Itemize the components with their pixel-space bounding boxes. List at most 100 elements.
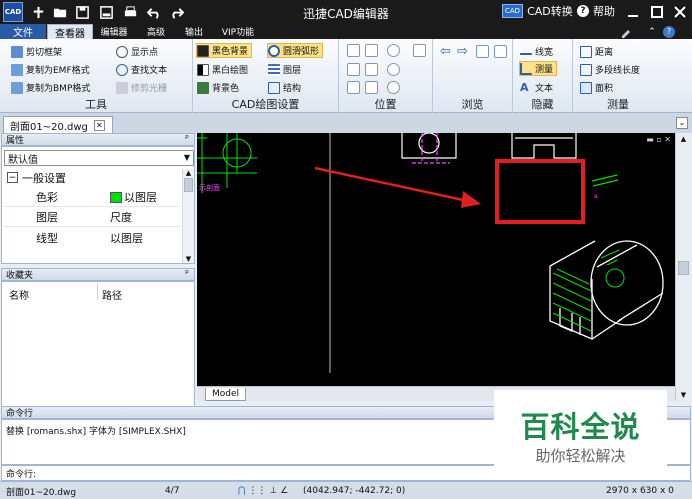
- cad-convert-button[interactable]: CAD CAD转换: [502, 3, 573, 19]
- model-tab[interactable]: Model: [205, 388, 247, 401]
- print-icon[interactable]: [121, 3, 139, 21]
- bw-drawing-button[interactable]: 黑白绘图: [197, 62, 248, 77]
- save-as-icon[interactable]: [97, 3, 115, 21]
- layers-button[interactable]: 图层: [268, 62, 301, 77]
- measure-toggle-button[interactable]: 测量: [519, 61, 558, 76]
- zoom-in-icon[interactable]: [387, 44, 400, 57]
- tab-editor[interactable]: 编辑器: [95, 24, 133, 39]
- tab-output[interactable]: 输出: [178, 24, 210, 39]
- viewport-controls[interactable]: ▬ ▫ ✕: [646, 135, 671, 144]
- pin-icon[interactable]: ᵖ: [185, 269, 189, 279]
- smooth-arc-button[interactable]: 圆滑弧形: [267, 43, 324, 58]
- page-icon[interactable]: [476, 45, 489, 58]
- properties-scrollbar[interactable]: ▲ ▼: [182, 169, 194, 263]
- text-a-icon: A: [520, 80, 529, 94]
- status-snap-toggles[interactable]: ⋂ ⋮⋮ ⊥ ∠: [238, 484, 288, 498]
- maximize-button[interactable]: [646, 2, 668, 22]
- trim-raster-button[interactable]: 修剪光栅: [116, 80, 167, 95]
- ortho-icon[interactable]: ⊥: [269, 486, 277, 496]
- area-button[interactable]: 面积: [580, 80, 613, 95]
- nav-back-icon[interactable]: ⇦: [440, 44, 451, 59]
- ribbon-group-draw-settings: 黑色背景 黑白绘图 背景色 圆滑弧形 图层 结构 CAD绘图设置: [193, 39, 339, 113]
- copy-bmp-button[interactable]: 复制为BMP格式: [11, 80, 90, 95]
- properties-select[interactable]: 默认值 ▼: [4, 150, 194, 166]
- text-toggle-button[interactable]: A 文本: [520, 80, 553, 95]
- help-circle-icon[interactable]: ?: [662, 24, 676, 39]
- page-list-icon[interactable]: [494, 45, 507, 58]
- mirror-icon[interactable]: [347, 63, 360, 76]
- tab-file[interactable]: 文件: [0, 24, 46, 39]
- status-coordinates: (4042.947; -442.72; 0): [303, 486, 406, 496]
- tab-vip[interactable]: VIP功能: [216, 24, 260, 39]
- zoom-window-icon[interactable]: [365, 44, 378, 57]
- document-tab-bar: 剖面01~20.dwg ✕ ⌄: [0, 113, 692, 133]
- ribbon-group-position: 位置: [339, 39, 433, 113]
- collapse-icon[interactable]: −: [7, 172, 18, 183]
- property-section[interactable]: − 一般设置: [4, 168, 180, 187]
- background-color-button[interactable]: 背景色: [197, 80, 239, 95]
- chevron-down-icon: ▼: [183, 153, 190, 162]
- pan-hand-icon[interactable]: [413, 44, 426, 57]
- area-icon: [580, 81, 592, 94]
- watermark: 百科全说 助你轻松解决: [494, 390, 667, 473]
- snap-icon[interactable]: ⋂: [238, 486, 245, 496]
- group-label-draw-settings: CAD绘图设置: [231, 98, 300, 111]
- properties-panel: 默认值 ▼ − 一般设置 色彩 以图层 图层 尺度 线型 以图层 ▲ ▼: [1, 146, 195, 264]
- polyline-length-button[interactable]: 多段线长度: [580, 62, 640, 77]
- property-row[interactable]: 色彩 以图层: [4, 188, 180, 207]
- zoom-prev-icon[interactable]: [387, 81, 400, 94]
- ribbon-tab-row: 文件 查看器 编辑器 高级 输出 VIP功能 ⌃ ?: [0, 24, 692, 40]
- favorites-column-name[interactable]: 名称: [9, 287, 29, 302]
- drawing-canvas[interactable]: 示剖面 a ▬ ▫ ✕: [197, 133, 675, 386]
- show-points-button[interactable]: 显示点: [116, 44, 158, 59]
- zoom-out-icon[interactable]: [387, 63, 400, 76]
- polar-icon[interactable]: ∠: [280, 486, 288, 496]
- property-row[interactable]: 图层 尺度: [4, 208, 180, 227]
- find-text-button[interactable]: 查找文本: [116, 62, 167, 77]
- pin-icon[interactable]: ᵖ: [185, 134, 189, 144]
- smooth-arc-icon: [268, 44, 280, 57]
- open-folder-icon[interactable]: [51, 3, 69, 21]
- scissors-icon: [11, 45, 23, 58]
- lineweight-button[interactable]: 线宽: [520, 44, 553, 59]
- help-button[interactable]: ? 帮助: [577, 3, 615, 19]
- copy-emf-button[interactable]: 复制为EMF格式: [11, 62, 90, 77]
- flip-icon[interactable]: [347, 81, 360, 94]
- grid-icon[interactable]: ⋮⋮: [248, 486, 266, 496]
- save-icon[interactable]: [73, 3, 91, 21]
- app-icon[interactable]: CAD: [3, 2, 23, 22]
- structure-button[interactable]: 结构: [268, 80, 301, 95]
- fit-icon[interactable]: [365, 81, 378, 94]
- distance-button[interactable]: 距离: [580, 44, 613, 59]
- canvas-vertical-scrollbar[interactable]: ▲ ▼: [675, 133, 691, 401]
- new-file-icon[interactable]: [29, 3, 47, 21]
- ribbon-group-measure: 距离 多段线长度 面积 测量: [573, 39, 663, 113]
- redo-icon[interactable]: [167, 3, 185, 21]
- group-label-position: 位置: [374, 98, 397, 111]
- zoom-extents-icon[interactable]: [365, 63, 378, 76]
- find-text-icon: [116, 63, 128, 76]
- black-bg-icon: [197, 44, 209, 57]
- edit-pen-icon[interactable]: [618, 24, 634, 39]
- close-tab-icon[interactable]: ✕: [93, 119, 105, 131]
- property-row[interactable]: 线型 以图层: [4, 228, 180, 247]
- black-background-button[interactable]: 黑色背景: [196, 43, 253, 58]
- close-button[interactable]: [669, 2, 691, 22]
- measure-icon: [520, 62, 532, 75]
- tab-list-icon[interactable]: ⌄: [676, 117, 688, 129]
- ribbon-collapse-icon[interactable]: ⌃: [645, 24, 659, 39]
- favorites-column-path[interactable]: 路径: [102, 287, 122, 302]
- favorites-panel: 名称 路径: [1, 281, 195, 408]
- tab-viewer[interactable]: 查看器: [47, 24, 93, 40]
- ribbon-group-browse: ⇦ ⇨ 浏览: [433, 39, 513, 113]
- document-tab[interactable]: 剖面01~20.dwg ✕: [3, 116, 113, 133]
- rotate-icon[interactable]: [347, 44, 360, 57]
- section-label: 示剖面: [199, 183, 220, 192]
- cad-convert-icon: CAD: [502, 4, 524, 18]
- undo-icon[interactable]: [145, 3, 163, 21]
- nav-forward-icon[interactable]: ⇨: [457, 44, 468, 59]
- tab-advanced[interactable]: 高级: [140, 24, 172, 39]
- minimize-button[interactable]: [622, 2, 644, 22]
- cut-frame-button[interactable]: 剪切框架: [11, 44, 62, 59]
- group-label-hide: 隐藏: [531, 98, 554, 111]
